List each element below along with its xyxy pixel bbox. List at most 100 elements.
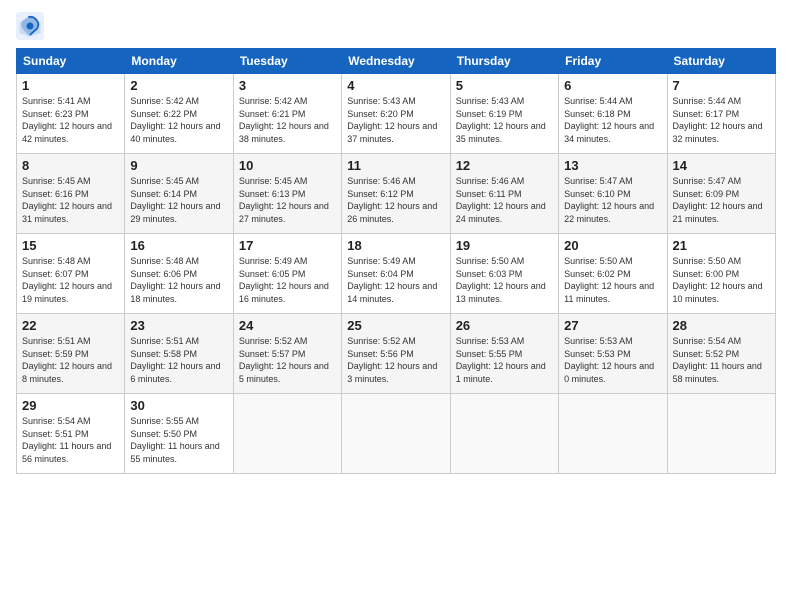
cell-info: Sunrise: 5:43 AM Sunset: 6:20 PM Dayligh…	[347, 95, 444, 145]
cell-info: Sunrise: 5:41 AM Sunset: 6:23 PM Dayligh…	[22, 95, 119, 145]
cell-info: Sunrise: 5:46 AM Sunset: 6:11 PM Dayligh…	[456, 175, 553, 225]
calendar-cell: 16 Sunrise: 5:48 AM Sunset: 6:06 PM Dayl…	[125, 234, 233, 314]
cell-info: Sunrise: 5:50 AM Sunset: 6:02 PM Dayligh…	[564, 255, 661, 305]
calendar-cell: 7 Sunrise: 5:44 AM Sunset: 6:17 PM Dayli…	[667, 74, 775, 154]
day-header-tuesday: Tuesday	[233, 49, 341, 74]
day-number: 2	[130, 78, 227, 93]
day-number: 9	[130, 158, 227, 173]
day-header-friday: Friday	[559, 49, 667, 74]
day-header-wednesday: Wednesday	[342, 49, 450, 74]
day-number: 8	[22, 158, 119, 173]
calendar-cell: 24 Sunrise: 5:52 AM Sunset: 5:57 PM Dayl…	[233, 314, 341, 394]
cell-info: Sunrise: 5:45 AM Sunset: 6:13 PM Dayligh…	[239, 175, 336, 225]
cell-info: Sunrise: 5:54 AM Sunset: 5:52 PM Dayligh…	[673, 335, 770, 385]
day-number: 7	[673, 78, 770, 93]
calendar-cell: 10 Sunrise: 5:45 AM Sunset: 6:13 PM Dayl…	[233, 154, 341, 234]
cell-info: Sunrise: 5:51 AM Sunset: 5:59 PM Dayligh…	[22, 335, 119, 385]
calendar-cell	[233, 394, 341, 474]
calendar-cell: 9 Sunrise: 5:45 AM Sunset: 6:14 PM Dayli…	[125, 154, 233, 234]
cell-info: Sunrise: 5:44 AM Sunset: 6:17 PM Dayligh…	[673, 95, 770, 145]
day-number: 15	[22, 238, 119, 253]
day-number: 13	[564, 158, 661, 173]
day-number: 12	[456, 158, 553, 173]
calendar-cell: 3 Sunrise: 5:42 AM Sunset: 6:21 PM Dayli…	[233, 74, 341, 154]
cell-info: Sunrise: 5:53 AM Sunset: 5:53 PM Dayligh…	[564, 335, 661, 385]
cell-info: Sunrise: 5:48 AM Sunset: 6:07 PM Dayligh…	[22, 255, 119, 305]
day-number: 1	[22, 78, 119, 93]
day-number: 27	[564, 318, 661, 333]
cell-info: Sunrise: 5:43 AM Sunset: 6:19 PM Dayligh…	[456, 95, 553, 145]
day-header-monday: Monday	[125, 49, 233, 74]
calendar-week-4: 22 Sunrise: 5:51 AM Sunset: 5:59 PM Dayl…	[17, 314, 776, 394]
calendar-body: 1 Sunrise: 5:41 AM Sunset: 6:23 PM Dayli…	[17, 74, 776, 474]
calendar-cell	[450, 394, 558, 474]
cell-info: Sunrise: 5:54 AM Sunset: 5:51 PM Dayligh…	[22, 415, 119, 465]
calendar-cell: 17 Sunrise: 5:49 AM Sunset: 6:05 PM Dayl…	[233, 234, 341, 314]
calendar-cell: 13 Sunrise: 5:47 AM Sunset: 6:10 PM Dayl…	[559, 154, 667, 234]
cell-info: Sunrise: 5:44 AM Sunset: 6:18 PM Dayligh…	[564, 95, 661, 145]
calendar-cell: 4 Sunrise: 5:43 AM Sunset: 6:20 PM Dayli…	[342, 74, 450, 154]
day-number: 3	[239, 78, 336, 93]
day-number: 26	[456, 318, 553, 333]
cell-info: Sunrise: 5:47 AM Sunset: 6:10 PM Dayligh…	[564, 175, 661, 225]
logo-icon	[16, 12, 44, 40]
cell-info: Sunrise: 5:42 AM Sunset: 6:22 PM Dayligh…	[130, 95, 227, 145]
day-number: 4	[347, 78, 444, 93]
calendar-cell: 19 Sunrise: 5:50 AM Sunset: 6:03 PM Dayl…	[450, 234, 558, 314]
header	[16, 12, 776, 40]
day-header-sunday: Sunday	[17, 49, 125, 74]
day-number: 19	[456, 238, 553, 253]
cell-info: Sunrise: 5:48 AM Sunset: 6:06 PM Dayligh…	[130, 255, 227, 305]
cell-info: Sunrise: 5:49 AM Sunset: 6:04 PM Dayligh…	[347, 255, 444, 305]
cell-info: Sunrise: 5:53 AM Sunset: 5:55 PM Dayligh…	[456, 335, 553, 385]
calendar-cell	[342, 394, 450, 474]
calendar-week-3: 15 Sunrise: 5:48 AM Sunset: 6:07 PM Dayl…	[17, 234, 776, 314]
day-number: 18	[347, 238, 444, 253]
day-number: 29	[22, 398, 119, 413]
calendar-cell: 11 Sunrise: 5:46 AM Sunset: 6:12 PM Dayl…	[342, 154, 450, 234]
calendar-cell: 2 Sunrise: 5:42 AM Sunset: 6:22 PM Dayli…	[125, 74, 233, 154]
cell-info: Sunrise: 5:45 AM Sunset: 6:14 PM Dayligh…	[130, 175, 227, 225]
cell-info: Sunrise: 5:46 AM Sunset: 6:12 PM Dayligh…	[347, 175, 444, 225]
day-number: 25	[347, 318, 444, 333]
day-number: 24	[239, 318, 336, 333]
day-number: 30	[130, 398, 227, 413]
calendar-cell: 6 Sunrise: 5:44 AM Sunset: 6:18 PM Dayli…	[559, 74, 667, 154]
calendar-cell: 20 Sunrise: 5:50 AM Sunset: 6:02 PM Dayl…	[559, 234, 667, 314]
cell-info: Sunrise: 5:50 AM Sunset: 6:00 PM Dayligh…	[673, 255, 770, 305]
calendar-cell: 26 Sunrise: 5:53 AM Sunset: 5:55 PM Dayl…	[450, 314, 558, 394]
day-number: 22	[22, 318, 119, 333]
logo	[16, 12, 46, 40]
cell-info: Sunrise: 5:55 AM Sunset: 5:50 PM Dayligh…	[130, 415, 227, 465]
calendar-cell: 23 Sunrise: 5:51 AM Sunset: 5:58 PM Dayl…	[125, 314, 233, 394]
day-header-thursday: Thursday	[450, 49, 558, 74]
calendar-cell	[559, 394, 667, 474]
page: SundayMondayTuesdayWednesdayThursdayFrid…	[0, 0, 792, 612]
cell-info: Sunrise: 5:52 AM Sunset: 5:57 PM Dayligh…	[239, 335, 336, 385]
calendar-cell: 29 Sunrise: 5:54 AM Sunset: 5:51 PM Dayl…	[17, 394, 125, 474]
cell-info: Sunrise: 5:50 AM Sunset: 6:03 PM Dayligh…	[456, 255, 553, 305]
calendar-cell: 25 Sunrise: 5:52 AM Sunset: 5:56 PM Dayl…	[342, 314, 450, 394]
day-number: 21	[673, 238, 770, 253]
day-number: 10	[239, 158, 336, 173]
calendar-cell: 8 Sunrise: 5:45 AM Sunset: 6:16 PM Dayli…	[17, 154, 125, 234]
day-number: 23	[130, 318, 227, 333]
day-number: 5	[456, 78, 553, 93]
cell-info: Sunrise: 5:42 AM Sunset: 6:21 PM Dayligh…	[239, 95, 336, 145]
day-number: 11	[347, 158, 444, 173]
day-number: 20	[564, 238, 661, 253]
calendar-cell: 1 Sunrise: 5:41 AM Sunset: 6:23 PM Dayli…	[17, 74, 125, 154]
cell-info: Sunrise: 5:45 AM Sunset: 6:16 PM Dayligh…	[22, 175, 119, 225]
day-number: 28	[673, 318, 770, 333]
cell-info: Sunrise: 5:49 AM Sunset: 6:05 PM Dayligh…	[239, 255, 336, 305]
calendar-cell: 5 Sunrise: 5:43 AM Sunset: 6:19 PM Dayli…	[450, 74, 558, 154]
day-number: 17	[239, 238, 336, 253]
day-header-saturday: Saturday	[667, 49, 775, 74]
day-number: 16	[130, 238, 227, 253]
calendar-week-1: 1 Sunrise: 5:41 AM Sunset: 6:23 PM Dayli…	[17, 74, 776, 154]
calendar-table: SundayMondayTuesdayWednesdayThursdayFrid…	[16, 48, 776, 474]
calendar-header-row: SundayMondayTuesdayWednesdayThursdayFrid…	[17, 49, 776, 74]
day-number: 14	[673, 158, 770, 173]
cell-info: Sunrise: 5:47 AM Sunset: 6:09 PM Dayligh…	[673, 175, 770, 225]
calendar-week-5: 29 Sunrise: 5:54 AM Sunset: 5:51 PM Dayl…	[17, 394, 776, 474]
